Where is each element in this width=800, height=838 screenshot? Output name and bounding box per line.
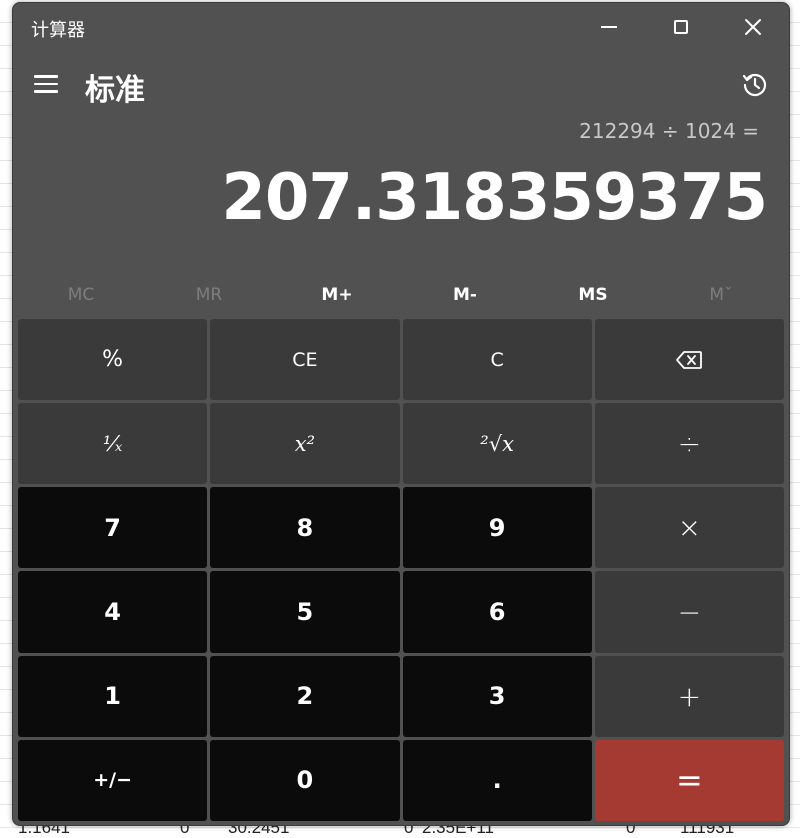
title-bar[interactable]: 计算器 — [13, 3, 789, 49]
digit-9-button[interactable]: 9 — [402, 487, 592, 569]
negate-button[interactable]: +/− — [18, 739, 208, 821]
minimize-button[interactable] — [581, 9, 637, 45]
digit-5-button[interactable]: 5 — [210, 571, 400, 653]
backspace-icon — [676, 350, 703, 369]
maximize-icon — [674, 20, 688, 34]
app-title: 计算器 — [31, 20, 85, 41]
memory-store-button[interactable]: MS — [529, 275, 657, 315]
maximize-button[interactable] — [653, 9, 709, 45]
decimal-button[interactable]: . — [402, 739, 592, 821]
reciprocal-label: ¹⁄ₓ — [102, 431, 123, 456]
hamburger-icon-line — [34, 82, 58, 86]
digit-1-button[interactable]: 1 — [18, 655, 208, 737]
hamburger-icon — [34, 75, 58, 78]
equals-button[interactable]: = — [594, 739, 784, 821]
navigation-menu-button[interactable] — [27, 65, 65, 103]
history-button[interactable] — [737, 67, 773, 103]
hamburger-icon-line — [34, 90, 58, 93]
backspace-button[interactable] — [594, 319, 784, 401]
close-button[interactable] — [725, 9, 781, 45]
square-root-button[interactable]: ²√x — [402, 403, 592, 485]
multiply-button[interactable]: × — [594, 487, 784, 569]
memory-row: MC MR M+ M- MS Mˇ — [17, 275, 785, 315]
mode-title: 标准 — [85, 73, 145, 108]
digit-6-button[interactable]: 6 — [402, 571, 592, 653]
add-button[interactable]: + — [594, 655, 784, 737]
memory-list-button[interactable]: Mˇ — [657, 275, 785, 315]
digit-0-button[interactable]: 0 — [210, 739, 400, 821]
digit-7-button[interactable]: 7 — [18, 487, 208, 569]
square-button[interactable]: x² — [210, 403, 400, 485]
close-icon — [745, 19, 761, 35]
digit-3-button[interactable]: 3 — [402, 655, 592, 737]
square-root-label: ²√x — [480, 431, 514, 456]
memory-subtract-button[interactable]: M- — [401, 275, 529, 315]
reciprocal-button[interactable]: ¹⁄ₓ — [18, 403, 208, 485]
digit-4-button[interactable]: 4 — [18, 571, 208, 653]
digit-8-button[interactable]: 8 — [210, 487, 400, 569]
divide-button[interactable]: ÷ — [594, 403, 784, 485]
memory-clear-button[interactable]: MC — [17, 275, 145, 315]
keypad: % CE C ¹⁄ₓ x² ²√x ÷ 7 8 9 × 4 5 6 − 1 2 … — [18, 319, 784, 821]
minimize-icon — [601, 26, 617, 28]
square-label: x² — [294, 431, 315, 456]
calculator-window: 计算器 标准 212294 ÷ 1024 = 207.318359375 MC … — [12, 2, 790, 826]
memory-recall-button[interactable]: MR — [145, 275, 273, 315]
history-icon — [742, 73, 767, 97]
result-display: 207.318359375 — [221, 161, 768, 235]
digit-2-button[interactable]: 2 — [210, 655, 400, 737]
calculator-header: 标准 — [13, 59, 789, 115]
subtract-button[interactable]: − — [594, 571, 784, 653]
clear-entry-button[interactable]: CE — [210, 319, 400, 401]
percent-button[interactable]: % — [18, 319, 208, 401]
clear-button[interactable]: C — [402, 319, 592, 401]
expression-display: 212294 ÷ 1024 = — [579, 119, 759, 143]
memory-add-button[interactable]: M+ — [273, 275, 401, 315]
